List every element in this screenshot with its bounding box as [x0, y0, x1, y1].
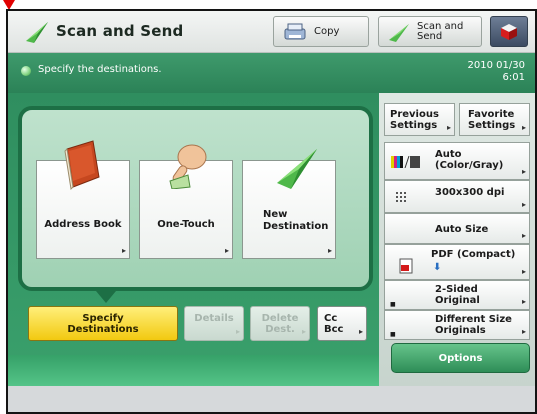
color-mode-button[interactable]: Auto (Color/Gray) ▸ [384, 142, 530, 180]
corner-arrow-icon: ▸ [224, 246, 229, 255]
status-message: Specify the destinations. [38, 64, 162, 75]
copy-button[interactable]: Copy [273, 16, 369, 47]
cc-label: Cc [324, 313, 338, 324]
book-icon [64, 140, 100, 191]
specify-label-line2: Destinations [67, 324, 139, 335]
app-header: Scan and Send Copy Scan and Send [8, 11, 535, 53]
bcc-label: Bcc [324, 324, 344, 335]
settings-panel: Previous Settings ▸ Favorite Settings ▸ [379, 93, 535, 386]
delete-dest-button[interactable]: Delete Dest. ▸ [250, 306, 310, 341]
address-book-label: Address Book [44, 219, 122, 230]
corner-arrow-icon: ▸ [521, 231, 526, 240]
two-sided-line2: Original [435, 295, 480, 306]
app-title: Scan and Send [56, 22, 184, 40]
two-sided-original-button[interactable]: ■ 2-Sided Original ▸ [384, 280, 530, 310]
copier-icon [284, 23, 306, 39]
file-format-button[interactable]: PDF (Compact) ⬇ ▸ [384, 244, 530, 280]
corner-arrow-icon: ▸ [358, 327, 363, 336]
destination-area: Address Book ▸ One-Touch ▸ New Destinati… [8, 93, 379, 386]
scan-and-send-button[interactable]: Scan and Send [378, 16, 482, 47]
cc-bcc-button[interactable]: Cc Bcc ▸ [317, 306, 367, 341]
delete-label-line2: Dest. [265, 324, 295, 335]
pdf-file-icon [399, 258, 413, 274]
previous-label-line1: Previous [390, 109, 439, 120]
file-format-label: PDF (Compact) [431, 249, 516, 260]
previous-label-line2: Settings [390, 120, 438, 131]
corner-arrow-icon: ▸ [521, 167, 526, 176]
resolution-label: 300x300 dpi [435, 187, 505, 198]
delete-label-line1: Delete [261, 313, 299, 324]
color-gray-icon [391, 156, 420, 168]
paper-plane-icon [26, 22, 48, 43]
corner-arrow-icon: ▸ [327, 246, 332, 255]
different-size-line2: Originals [435, 325, 486, 336]
one-touch-button[interactable]: One-Touch ▸ [139, 144, 233, 259]
corner-arrow-icon: ▸ [446, 123, 451, 132]
corner-arrow-icon: ▸ [301, 327, 306, 336]
details-label: Details [194, 313, 234, 324]
scan-size-label: Auto Size [435, 224, 489, 235]
status-datetime: 2010 01/30 6:01 [468, 60, 525, 84]
new-destination-label-line2: Destination [263, 221, 329, 232]
down-arrow-icon: ⬇ [433, 262, 442, 273]
small-square-icon: ■ [390, 301, 396, 308]
favorite-settings-button[interactable]: Favorite Settings ▸ [459, 103, 530, 136]
specify-destinations-button[interactable]: Specify Destinations [28, 306, 178, 341]
color-mode-line2: (Color/Gray) [435, 160, 504, 171]
options-button[interactable]: Options [391, 343, 530, 373]
panel-pointer [96, 291, 116, 303]
device-screen: Scan and Send Copy Scan and Send Specify… [6, 9, 537, 414]
different-size-originals-button[interactable]: ■ Different Size Originals ▸ [384, 310, 530, 340]
destination-panel: Address Book ▸ One-Touch ▸ New Destinati… [18, 106, 373, 291]
copy-label: Copy [314, 26, 340, 37]
corner-arrow-icon: ▸ [121, 246, 126, 255]
new-destination-label: New Destination [263, 209, 335, 233]
details-button[interactable]: Details ▸ [184, 306, 244, 341]
status-indicator-icon [21, 66, 31, 76]
one-touch-label: One-Touch [157, 219, 215, 230]
status-time: 6:01 [502, 72, 525, 83]
corner-arrow-icon: ▸ [521, 297, 526, 306]
settings-button[interactable] [490, 16, 528, 47]
resolution-grid-icon [396, 192, 406, 202]
corner-arrow-icon: ▸ [521, 123, 526, 132]
different-size-line1: Different Size [435, 314, 512, 325]
corner-arrow-icon: ▸ [521, 200, 526, 209]
new-destination-label-line1: New [263, 209, 288, 220]
new-destination-button[interactable]: New Destination ▸ [242, 149, 336, 259]
status-bar: Specify the destinations. 2010 01/30 6:0… [8, 53, 535, 93]
status-date: 2010 01/30 [467, 60, 525, 71]
address-book-button[interactable]: Address Book ▸ [36, 140, 130, 259]
color-mode-line1: Auto [435, 149, 462, 160]
favorite-label-line2: Settings [468, 120, 516, 131]
finger-icon [169, 144, 207, 189]
corner-arrow-icon: ▸ [235, 327, 240, 336]
two-sided-line1: 2-Sided [435, 284, 478, 295]
corner-arrow-icon: ▸ [521, 267, 526, 276]
cube-icon [501, 23, 517, 40]
favorite-label-line1: Favorite [468, 109, 515, 120]
bottom-strip [8, 355, 379, 386]
scan-size-button[interactable]: Auto Size ▸ [384, 213, 530, 244]
previous-settings-button[interactable]: Previous Settings ▸ [384, 103, 455, 136]
paper-plane-icon [389, 23, 409, 42]
resolution-button[interactable]: 300x300 dpi ▸ [384, 180, 530, 213]
scan-send-label-line2: Send [417, 30, 443, 42]
scan-send-label: Scan and Send [417, 21, 463, 42]
corner-arrow-icon: ▸ [521, 327, 526, 336]
small-square-icon: ■ [390, 331, 396, 338]
paper-plane-icon [277, 149, 317, 189]
specify-label-line1: Specify [82, 313, 124, 324]
footer-bar [8, 386, 535, 412]
